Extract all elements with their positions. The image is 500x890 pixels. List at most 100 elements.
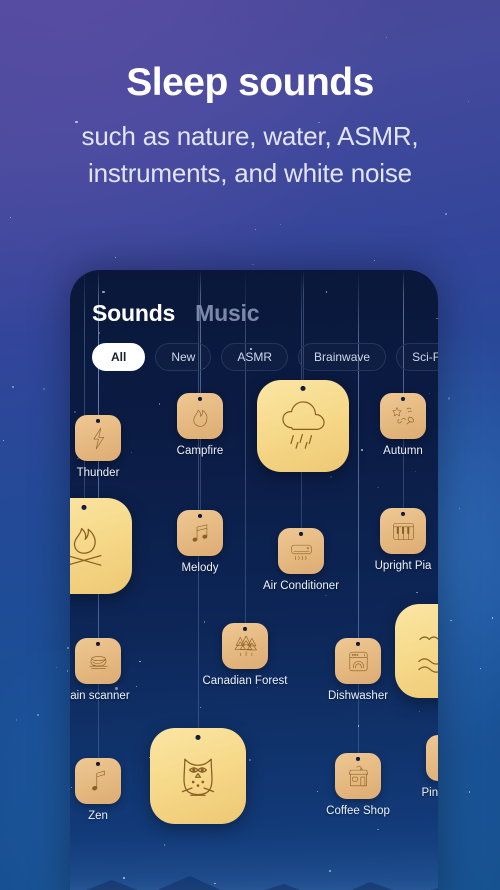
- sound-tile-rain-cloud[interactable]: [257, 380, 349, 472]
- star-dot: [114, 256, 116, 259]
- sound-tile-autumn[interactable]: Autumn: [380, 393, 426, 457]
- sound-tile-campfire[interactable]: Campfire: [177, 393, 223, 457]
- filter-chip-row[interactable]: AllNewASMRBrainwaveSci-FiBab: [92, 343, 438, 371]
- filter-chip-label: All: [111, 350, 127, 364]
- waveform-icon: [435, 744, 439, 773]
- sound-tile-label: rain scanner: [70, 690, 130, 702]
- star-dot: [37, 714, 39, 716]
- star-dot: [102, 290, 105, 294]
- filter-chip-sci-fi[interactable]: Sci-Fi: [396, 343, 438, 371]
- phone-mockup: Sounds Music AllNewASMRBrainwaveSci-FiBa…: [70, 270, 438, 890]
- tile-hanging-hole: [81, 504, 87, 510]
- sound-tile-surface[interactable]: [177, 393, 223, 439]
- promo-subtitle-line-2: instruments, and white noise: [88, 158, 412, 189]
- lightning-bolt-icon: [93, 427, 104, 449]
- sound-tile-surface[interactable]: [335, 753, 381, 799]
- sound-tile-upright-pia[interactable]: Upright Pia: [375, 508, 431, 572]
- sound-grid: Thunder Campfire Autumn Melody Air Condition…: [70, 380, 438, 890]
- sound-tile-surface[interactable]: [335, 638, 381, 684]
- sound-tile-surface[interactable]: [70, 498, 132, 594]
- sound-tile-surface[interactable]: [395, 604, 438, 698]
- star-dot: [445, 213, 447, 215]
- promo-stage: Sleep sounds such as nature, water, ASMR…: [0, 0, 500, 890]
- air-conditioner-icon: [290, 544, 312, 560]
- sound-tile-thunder[interactable]: Thunder: [75, 415, 121, 479]
- single-music-note-icon: [91, 770, 105, 790]
- sound-tile-surface[interactable]: [75, 415, 121, 461]
- sound-tile-label: Upright Pia: [374, 560, 432, 572]
- dishwasher-icon: [348, 651, 368, 671]
- sound-tile-surface[interactable]: [426, 735, 438, 781]
- filter-chip-label: Sci-Fi: [412, 350, 438, 364]
- star-dot: [447, 397, 450, 400]
- tile-hanging-hole: [356, 641, 360, 646]
- sound-tile-surface[interactable]: [75, 638, 121, 684]
- star-dot: [98, 332, 100, 334]
- sound-tile-canadian-forest[interactable]: Canadian Forest: [202, 623, 288, 687]
- sound-tile-dishwasher[interactable]: Dishwasher: [328, 638, 388, 702]
- storefront-icon: [348, 765, 368, 786]
- sound-tile-label: Pink Noise: [421, 787, 438, 799]
- promo-header: Sleep sounds such as nature, water, ASMR…: [0, 61, 500, 192]
- music-notes-icon: [192, 523, 207, 542]
- sound-tile-pink-noise[interactable]: Pink Noise: [422, 735, 438, 799]
- sound-tile-surface[interactable]: [257, 380, 349, 472]
- sound-tile-melody[interactable]: Melody: [177, 510, 223, 574]
- tile-hanging-hole: [96, 641, 100, 646]
- piano-icon: [392, 522, 414, 540]
- tab-music[interactable]: Music: [195, 300, 259, 327]
- sound-tile-beach-sun-sea[interactable]: [395, 604, 438, 698]
- tile-hanging-hole: [96, 761, 100, 766]
- sound-tile-label: Thunder: [76, 467, 120, 479]
- sound-tile-coffee-shop[interactable]: Coffee Shop: [326, 753, 390, 817]
- tile-hanging-hole: [198, 513, 202, 518]
- sound-tile-zen[interactable]: Zen: [75, 758, 121, 822]
- sound-tile-label: Dishwasher: [327, 690, 389, 702]
- sound-tile-label: Air Conditioner: [262, 580, 340, 592]
- sound-tile-label: Coffee Shop: [326, 805, 390, 817]
- filter-chip-all[interactable]: All: [92, 343, 146, 371]
- filter-chip-asmr[interactable]: ASMR: [221, 343, 289, 371]
- sound-tile-label: Melody: [181, 562, 219, 574]
- sound-tile-label: Canadian Forest: [202, 675, 288, 687]
- tile-thread: [200, 270, 201, 398]
- brain-scanner-icon: [88, 655, 108, 669]
- filter-chip-brainwave[interactable]: Brainwave: [298, 343, 387, 371]
- sound-tile-label: Campfire: [176, 445, 224, 457]
- sound-tile-surface[interactable]: [177, 510, 223, 556]
- filter-chip-new[interactable]: New: [155, 343, 212, 371]
- sound-tile-surface[interactable]: [380, 393, 426, 439]
- promo-subtitle-line-1: such as nature, water, ASMR,: [81, 121, 419, 152]
- sound-tile-surface[interactable]: [75, 758, 121, 804]
- tab-sounds[interactable]: Sounds: [92, 300, 175, 327]
- sound-tile-owl[interactable]: [150, 728, 246, 824]
- star-dot: [252, 263, 254, 265]
- sound-tile-label: Zen: [88, 810, 108, 822]
- star-dot: [436, 317, 438, 320]
- app-tab-bar: Sounds Music: [92, 300, 260, 327]
- sound-tile-air-conditioner[interactable]: Air Conditioner: [263, 528, 339, 592]
- sound-tile-rain-scanner[interactable]: rain scanner: [70, 638, 130, 702]
- sound-tile-bonfire[interactable]: [70, 498, 132, 594]
- star-dot: [325, 291, 327, 293]
- tile-hanging-hole: [300, 386, 306, 392]
- flame-icon: [193, 409, 207, 427]
- pine-trees-icon: [234, 635, 257, 656]
- tile-hanging-hole: [299, 531, 303, 536]
- star-dot: [450, 619, 452, 622]
- filter-chip-label: New: [171, 350, 196, 364]
- star-dot: [42, 387, 45, 390]
- sound-tile-surface[interactable]: [150, 728, 246, 824]
- tile-hanging-hole: [96, 418, 100, 423]
- bonfire-icon: [70, 527, 102, 566]
- tile-hanging-hole: [401, 511, 405, 516]
- tile-hanging-hole: [198, 396, 202, 401]
- sound-tile-surface[interactable]: [222, 623, 268, 669]
- star-dot: [66, 670, 68, 672]
- owl-icon: [181, 758, 215, 796]
- tile-thread: [403, 270, 404, 398]
- sound-tile-surface[interactable]: [278, 528, 324, 574]
- rain-cloud-icon: [281, 400, 325, 449]
- sound-tile-surface[interactable]: [380, 508, 426, 554]
- tile-hanging-hole: [356, 756, 360, 761]
